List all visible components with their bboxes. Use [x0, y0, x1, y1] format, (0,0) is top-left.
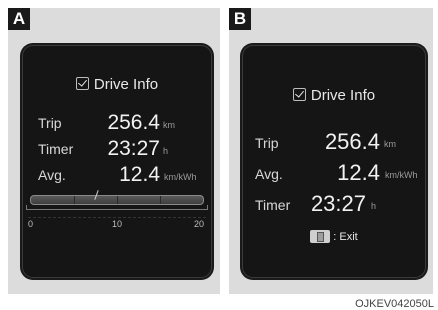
gauge-tick — [160, 196, 161, 204]
cluster-screen-a: Drive Info Trip 256.4 km Timer 23:27 h A… — [22, 45, 212, 278]
gauge-max-label: 20 — [194, 219, 205, 229]
trip-label-a: Trip — [38, 115, 62, 131]
gauge-base — [26, 205, 208, 210]
efficiency-gauge — [30, 190, 204, 205]
trip-value-a: 256.4 — [107, 111, 160, 134]
cluster-screen-b: Drive Info Trip 256.4 km Avg. 12.4 km/kW… — [242, 45, 426, 278]
avg-value-a: 12.4 — [119, 163, 160, 186]
gauge-needle — [94, 190, 99, 200]
checkbox-icon — [292, 88, 306, 101]
gauge-min-label: 0 — [28, 219, 34, 229]
drive-info-title-text-b: Drive Info — [310, 87, 376, 104]
checkbox-icon — [75, 77, 89, 90]
trip-unit-b: km — [384, 139, 396, 149]
timer-value-b: 23:27 — [310, 191, 366, 216]
avg-label-b: Avg. — [255, 166, 283, 182]
panel-b-badge: B — [229, 8, 251, 30]
timer-unit-b: h — [371, 201, 377, 211]
avg-row-a: Avg. 12.4 km/kWh — [22, 163, 212, 187]
trip-unit-a: km — [163, 120, 175, 130]
exit-hint-text: : Exit — [333, 231, 358, 243]
trip-value-b: 256.4 — [324, 129, 380, 154]
avg-unit-b: km/kWh — [385, 170, 418, 180]
timer-value-a: 23:27 — [107, 137, 160, 160]
avg-row-b: Avg. 12.4 km/kWh — [242, 160, 426, 185]
exit-hint: : Exit — [242, 230, 426, 243]
gauge-mid-label: 10 — [112, 219, 123, 229]
timer-label-a: Timer — [38, 141, 74, 157]
panel-b: B Drive Info Trip 256.4 km Avg. 12.4 km/… — [229, 8, 433, 294]
avg-label-a: Avg. — [38, 167, 66, 183]
figure-code: OJKEV042050L — [355, 298, 434, 310]
drive-info-title-a: Drive Info — [22, 76, 212, 93]
trip-row-a: Trip 256.4 km — [22, 111, 212, 135]
timer-unit-a: h — [163, 146, 169, 156]
ok-button-icon — [310, 230, 331, 243]
drive-info-title-text-a: Drive Info — [93, 76, 159, 93]
panel-a: A Drive Info Trip 256.4 km Timer 23:27 h… — [8, 8, 220, 294]
gauge-tick — [74, 196, 75, 204]
gauge-divider — [28, 217, 206, 218]
timer-label-b: Timer — [255, 197, 291, 213]
panel-a-badge: A — [8, 8, 30, 30]
drive-info-title-b: Drive Info — [242, 87, 426, 104]
timer-row-b: Timer 23:27 h — [242, 191, 426, 216]
avg-value-b: 12.4 — [337, 160, 380, 185]
trip-label-b: Trip — [255, 135, 279, 151]
trip-row-b: Trip 256.4 km — [242, 129, 426, 154]
timer-row-a: Timer 23:27 h — [22, 137, 212, 161]
gauge-tick — [117, 196, 118, 204]
avg-unit-a: km/kWh — [164, 172, 197, 182]
